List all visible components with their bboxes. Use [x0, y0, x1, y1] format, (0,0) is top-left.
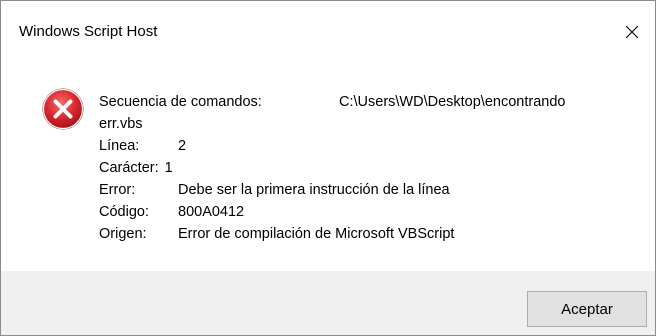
- error-label: Error:: [99, 182, 136, 198]
- close-icon: [624, 24, 640, 40]
- line-label: Línea:: [99, 138, 140, 154]
- button-bar: Aceptar: [1, 271, 655, 335]
- title-bar[interactable]: Windows Script Host: [1, 1, 655, 63]
- char-value: 1: [164, 160, 173, 176]
- error-value: Debe ser la primera instrucción de la lí…: [178, 182, 450, 198]
- dialog-content: Secuencia de comandos: C:\Users\WD\Deskto…: [1, 63, 655, 271]
- source-row: Origen: Error de compilación de Microsoft…: [99, 223, 565, 245]
- source-value: Error de compilación de Microsoft VBScri…: [178, 226, 455, 242]
- error-icon: [41, 87, 85, 131]
- script-path-cont: err.vbs: [99, 116, 143, 132]
- close-button[interactable]: [609, 15, 655, 49]
- error-row: Error: Debe ser la primera instrucción de…: [99, 179, 565, 201]
- line-value: 2: [178, 138, 187, 154]
- char-row: Carácter: 1: [99, 157, 565, 179]
- line-row: Línea: 2: [99, 135, 565, 157]
- script-path-continued: err.vbs: [99, 113, 565, 135]
- script-label: Secuencia de comandos:: [99, 94, 262, 110]
- script-path: C:\Users\WD\Desktop\encontrando: [339, 94, 566, 110]
- window-title: Windows Script Host: [19, 23, 158, 40]
- char-label: Carácter:: [99, 160, 159, 176]
- error-message: Secuencia de comandos: C:\Users\WD\Deskto…: [99, 91, 565, 245]
- ok-button[interactable]: Aceptar: [527, 291, 647, 327]
- code-row: Código: 800A0412: [99, 201, 565, 223]
- code-value: 800A0412: [178, 204, 245, 220]
- source-label: Origen:: [99, 226, 147, 242]
- dialog-window: Windows Script Host Secuencia de comando…: [0, 0, 656, 336]
- script-row: Secuencia de comandos: C:\Users\WD\Deskto…: [99, 91, 565, 113]
- code-label: Código:: [99, 204, 149, 220]
